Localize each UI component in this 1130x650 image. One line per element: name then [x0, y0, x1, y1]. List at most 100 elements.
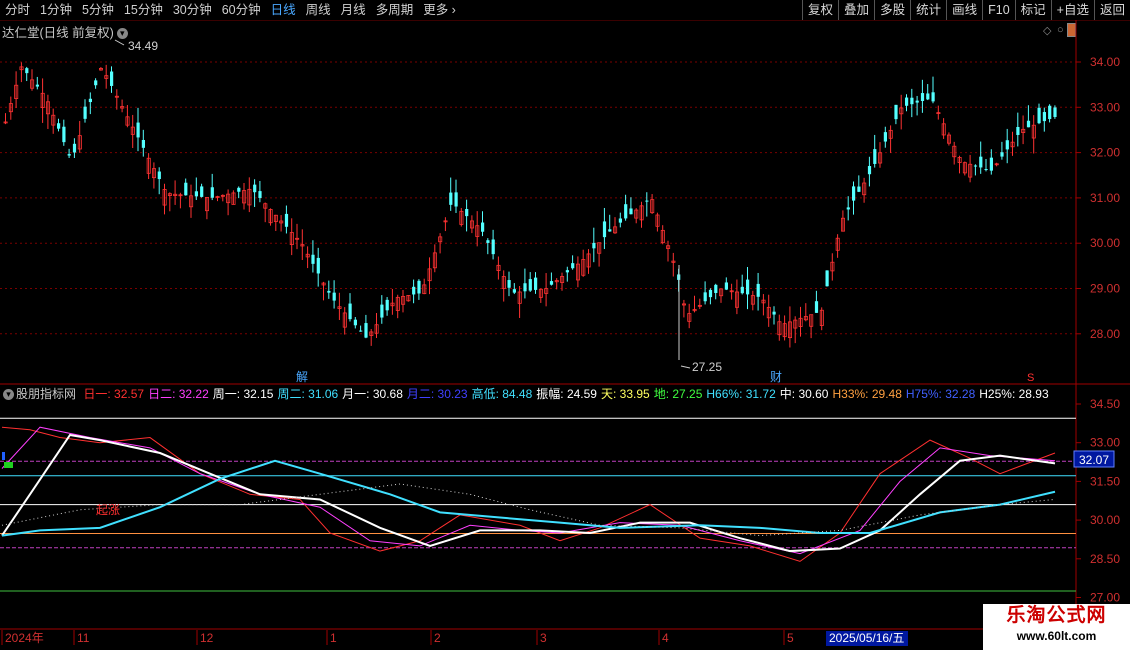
candle-body [72, 143, 77, 153]
candle-body [905, 97, 909, 106]
candle-body [332, 292, 336, 301]
sell-marker: S [1027, 372, 1034, 384]
indicator-label: H75%: [905, 387, 946, 401]
candle-body [708, 289, 713, 298]
watermark-title: 乐淘公式网 [1006, 605, 1107, 626]
indicator-item-1: 日二: 32.22 [148, 387, 209, 401]
candle-body [311, 254, 315, 264]
price-tick-label: 29.00 [1090, 282, 1120, 296]
date-label: 5 [787, 631, 794, 645]
indicator-value: 27.25 [672, 387, 703, 401]
indicator-value: 33.95 [619, 387, 650, 401]
candle-body [523, 283, 527, 292]
indicator-tick-label: 30.00 [1090, 513, 1120, 527]
candle-body [549, 281, 554, 285]
candle-body [136, 122, 140, 138]
indicator-value: 30.60 [798, 387, 829, 401]
indicator-label: 月一: [342, 387, 373, 401]
candle-body [94, 80, 98, 86]
candle-body [417, 280, 421, 294]
candle-body [253, 184, 257, 193]
candle-body [1000, 152, 1004, 157]
candle-body [740, 286, 744, 294]
candle-body [984, 169, 988, 171]
candle-body [756, 283, 760, 297]
candle-body [857, 186, 861, 192]
candle-body [412, 286, 416, 295]
indicator-value: 31.72 [745, 387, 776, 401]
candle-body [1026, 120, 1031, 128]
indicator-label: 月二: [406, 387, 438, 401]
day-one-line [1, 426, 1056, 562]
indicator-tick-label: 31.50 [1090, 474, 1120, 488]
indicator-name: 股朋指标网 [16, 387, 77, 401]
indicator-value: 28.93 [1018, 387, 1049, 401]
candle-body [1048, 105, 1052, 120]
indicator-item-14: H25%: 28.93 [979, 387, 1048, 401]
price-tick-label: 28.00 [1090, 327, 1120, 341]
indicator-item-12: H33%: 29.48 [832, 387, 901, 401]
candle-body [846, 207, 850, 210]
candle-body [486, 240, 490, 243]
low-price-label: 27.25 [692, 360, 722, 374]
candle-body [83, 106, 87, 119]
candle-body [454, 192, 458, 207]
candle-body [1037, 107, 1041, 124]
indicator-item-6: 高低: 84.48 [472, 387, 533, 401]
high-price-label: 34.49 [128, 39, 158, 53]
candle-body [989, 157, 993, 171]
current-value-label: 32.07 [1079, 453, 1109, 467]
candle-body [894, 104, 898, 120]
price-tick-label: 33.00 [1090, 100, 1120, 114]
candle-body [608, 229, 612, 232]
indicator-value: 84.48 [502, 387, 533, 401]
indicator-tick-label: 27.00 [1090, 591, 1120, 605]
candle-body [157, 171, 161, 180]
candle-body [920, 93, 925, 101]
indicator-label: H66%: [706, 387, 746, 401]
candle-body [210, 187, 214, 198]
price-tick-label: 30.00 [1090, 236, 1120, 250]
candle-body [1016, 126, 1020, 135]
candle-body [825, 270, 829, 287]
indicator-item-9: 地: 27.25 [654, 387, 703, 401]
green-flag [4, 462, 13, 468]
indicator-item-13: H75%: 32.28 [906, 387, 975, 401]
candle-body [88, 98, 92, 103]
candle-body [284, 213, 289, 227]
indicator-item-7: 振幅: 24.59 [536, 387, 597, 401]
indicator-item-5: 月二: 30.23 [407, 387, 468, 401]
indicator-value: 29.48 [871, 387, 902, 401]
week-two-line [1, 459, 1056, 537]
candle-body [714, 284, 718, 294]
candle-body [534, 277, 538, 290]
candle-body [449, 192, 453, 205]
indicator-item-11: 中: 30.60 [780, 387, 829, 401]
price-tick-label: 31.00 [1090, 191, 1120, 205]
indicator-label: 日一: [83, 387, 115, 401]
indicator-value: 32.57 [114, 387, 145, 401]
chevron-down-icon[interactable]: ▾ [3, 389, 14, 401]
candle-body [491, 239, 495, 255]
candle-body [359, 330, 363, 332]
high-pointer [114, 39, 125, 46]
candle-body [35, 84, 39, 87]
candle-body [979, 156, 983, 168]
indicator-label: 天: [600, 387, 620, 401]
watermark: 乐淘公式网 www.60lt.com [983, 604, 1130, 650]
date-label: 4 [662, 631, 669, 645]
kline-chart[interactable]: 34.00 33.00 32.00 31.00 30.00 29.00 28.00 34.49… [0, 0, 1130, 650]
candle-body [385, 299, 389, 311]
candle-body [110, 71, 114, 86]
candle-body [618, 218, 622, 223]
indicator-label: H33%: [832, 387, 872, 401]
candle-body [973, 165, 978, 167]
candle-body [931, 92, 935, 102]
indicator-item-2: 周一: 32.15 [213, 387, 274, 401]
indicator-tick-label: 34.50 [1090, 397, 1120, 411]
indicator-item-4: 月一: 30.68 [342, 387, 403, 401]
indicator-item-10: H66%: 31.72 [706, 387, 775, 401]
candle-body [746, 279, 750, 295]
candle-body [565, 270, 569, 273]
candle-body [237, 187, 241, 192]
